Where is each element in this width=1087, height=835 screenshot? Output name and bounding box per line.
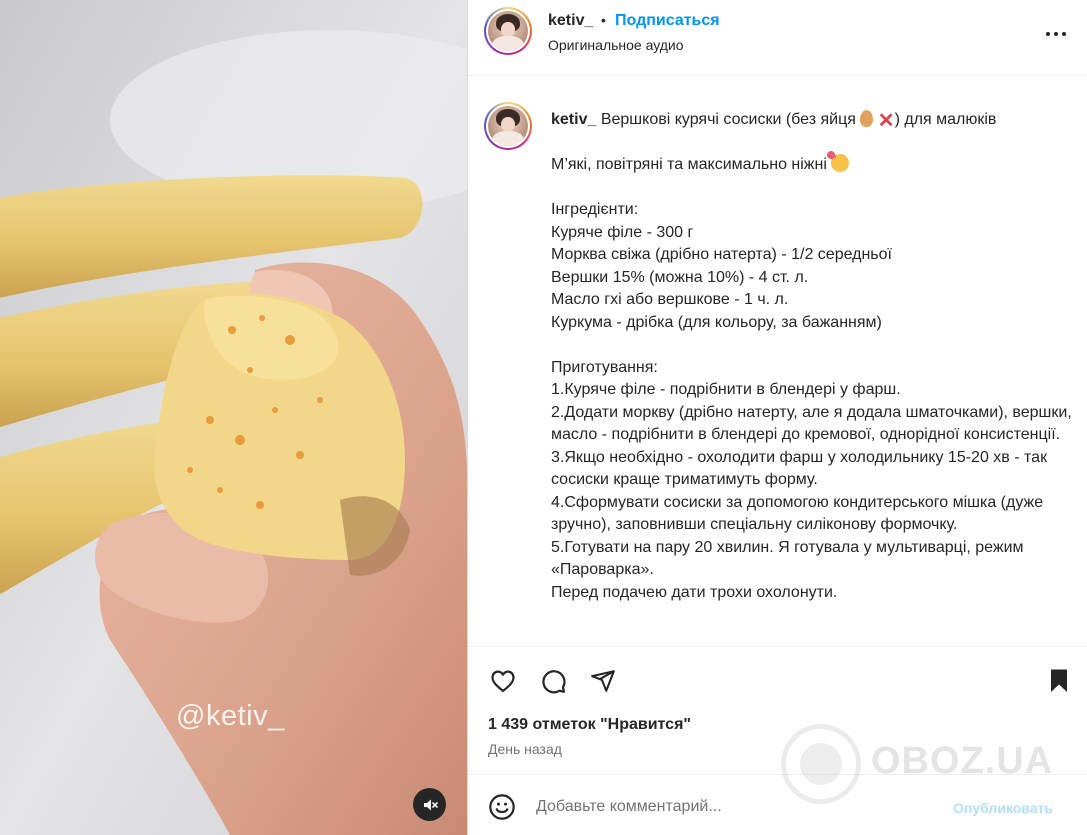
caption-area: ketiv_ Вершкові курячі сосиски (без яйця… [468,76,1087,646]
mute-button[interactable] [413,788,446,821]
comment-input[interactable] [536,795,936,819]
emoji-icon [489,794,515,820]
header-separator: • [601,12,606,28]
post-date[interactable]: День назад [488,741,562,757]
publish-button[interactable]: Опубликовать [953,800,1053,816]
step-line: 2.Додати моркву (дрібно натерту, але я д… [551,403,1077,444]
step-line: Перед подачею дати трохи охолонути. [551,583,838,601]
save-button[interactable] [1044,666,1074,696]
follow-button[interactable]: Подписаться [615,12,720,30]
caption-text: ketiv_ Вершкові курячі сосиски (без яйця… [551,109,1081,604]
mute-icon [423,799,438,810]
oboz-logo-icon [781,724,861,804]
comment-bar: Опубликовать [468,775,1087,835]
ingredient-line: Морква свіжа (дрібно натерта) - 1/2 сере… [551,246,892,263]
ingredient-line: Куряче філе - 300 г [551,223,694,241]
comment-icon [542,670,566,694]
emoji-button[interactable] [488,793,518,823]
step-line: 4.Сформувати сосиски за допомогою кондит… [551,493,1048,534]
caption-username[interactable]: ketiv_ [551,111,596,128]
ingredient-line: Масло гхі або вершкове - 1 ч. л. [551,291,789,308]
oboz-watermark-text: OBOZ.UA [871,740,1054,782]
ingredient-line: Куркума - дрібка (для кольору, за бажанн… [551,313,882,331]
cross-mark-icon: ✕ [877,110,895,132]
header-username[interactable]: ketiv_ [548,12,593,30]
action-bar [468,660,1087,700]
likes-count[interactable]: 1 439 отметок "Нравится" [488,716,691,734]
share-button[interactable] [588,666,618,696]
step-line: 1.Куряче філе - подрібнити в блендері у … [551,381,901,398]
egg-emoji-icon [860,110,874,127]
caption-tagline: М’які, повітряні та максимально ніжні [551,156,827,173]
share-icon [591,670,615,692]
bookmark-icon [1051,669,1067,692]
step-line: 5.Готувати на пару 20 хвилин. Я готувала… [551,538,1028,579]
post-media[interactable]: @ketiv_ [0,0,467,835]
avatar[interactable] [484,7,532,55]
divider [468,646,1087,647]
audio-link[interactable]: Оригинальное аудио [548,37,684,53]
caption-avatar[interactable] [484,102,532,150]
ingredient-line: Вершки 15% (можна 10%) - 4 ст. л. [551,268,809,286]
heart-icon [491,670,515,693]
like-button[interactable] [488,666,518,696]
more-icon[interactable] [1046,30,1070,38]
ingredients-header: Інгредієнти: [551,201,639,218]
caption-title-before: Вершкові курячі сосиски (без яйця [600,111,861,128]
watermark-handle: @ketiv_ [176,700,285,732]
post-panel: ketiv_ • Подписаться Оригинальное аудио … [468,0,1087,835]
smiling-hearts-emoji-icon [831,154,850,172]
steps-header: Приготування: [551,358,658,376]
step-line: 3.Якщо необхідно - охолодити фарш у холо… [551,448,1052,489]
comment-button[interactable] [538,666,568,696]
post-header: ketiv_ • Подписаться Оригинальное аудио [468,0,1087,76]
caption-title-after: ) для малюків [894,111,997,128]
